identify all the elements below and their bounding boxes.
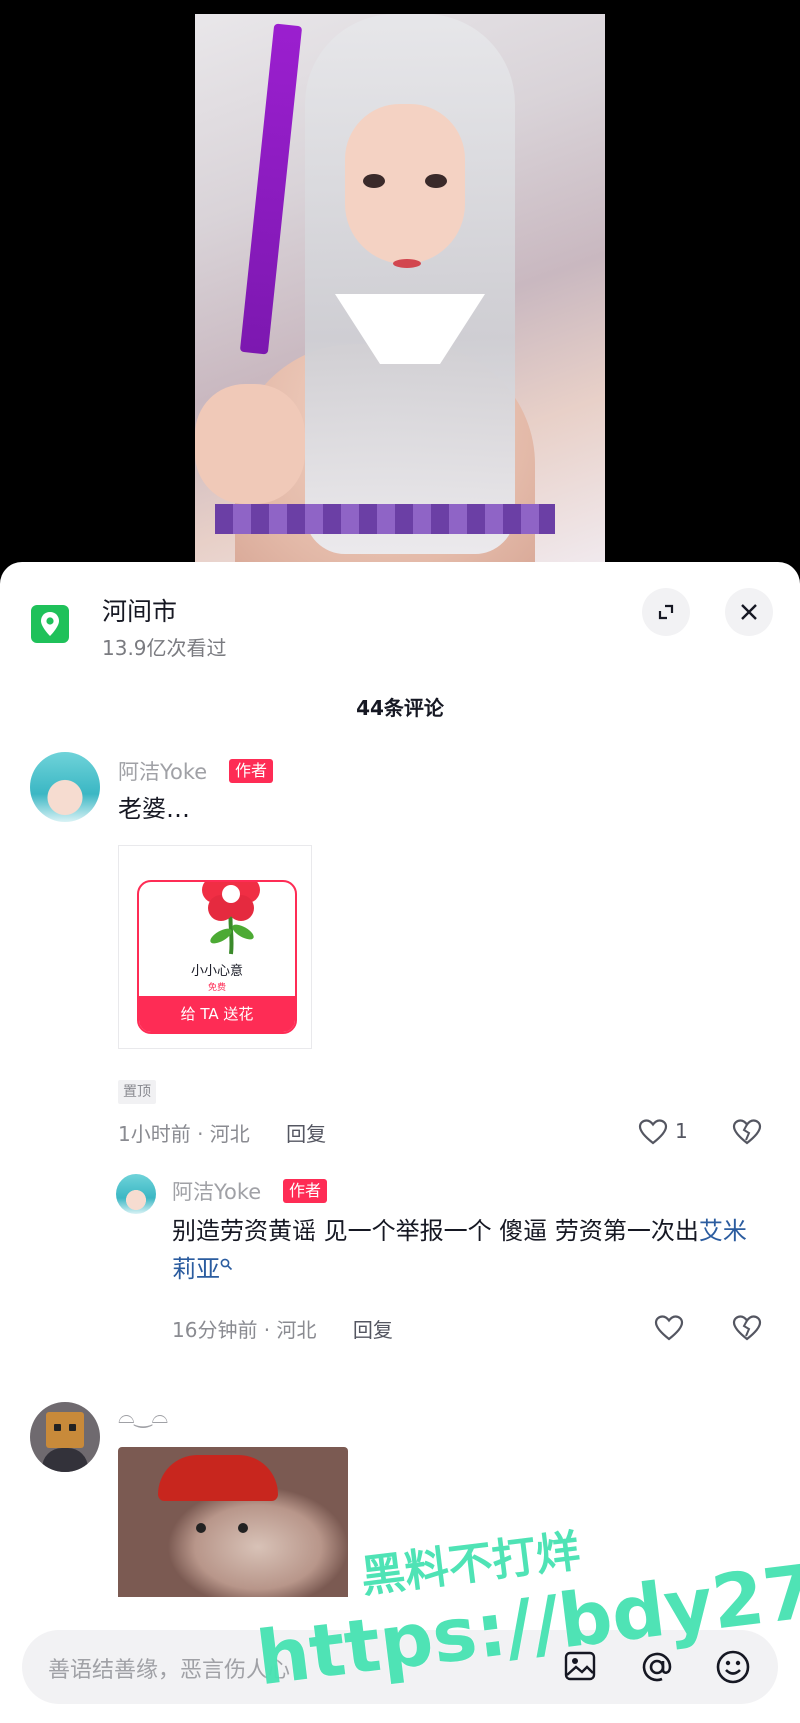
location-pin-icon[interactable] bbox=[31, 605, 69, 643]
comment-sheet: 河间市 13.9亿次看过 44条评论 阿洁Yoke 作者 老婆… 小小心意 免费… bbox=[0, 562, 800, 1723]
location-views: 13.9亿次看过 bbox=[102, 636, 227, 660]
like-count: 1 bbox=[675, 1119, 688, 1143]
reply-text-body: 别造劳资黄谣 见一个举报一个 傻逼 劳资第一次出 bbox=[172, 1217, 699, 1245]
image-button[interactable] bbox=[562, 1648, 598, 1688]
author-badge: 作者 bbox=[229, 759, 274, 783]
comment-time-location: 1小时前 · 河北 bbox=[118, 1122, 250, 1146]
close-button[interactable] bbox=[725, 588, 773, 636]
reply-time-location: 16分钟前 · 河北 bbox=[172, 1318, 317, 1342]
dislike-button[interactable] bbox=[732, 1118, 762, 1150]
heart-icon bbox=[638, 1119, 668, 1145]
mention-button[interactable] bbox=[638, 1648, 676, 1690]
media-viewer[interactable] bbox=[0, 0, 800, 580]
reply-username[interactable]: 阿洁Yoke bbox=[172, 1176, 261, 1206]
smiley-icon bbox=[716, 1650, 750, 1684]
image-icon bbox=[564, 1651, 596, 1681]
dislike-button[interactable] bbox=[732, 1314, 762, 1346]
comment-username[interactable]: ⌓‿⌓ bbox=[118, 1404, 168, 1429]
at-sign-icon bbox=[642, 1652, 672, 1682]
emoji-button[interactable] bbox=[714, 1648, 752, 1690]
post-photo[interactable] bbox=[195, 14, 605, 574]
comment-text: 老婆… bbox=[118, 795, 190, 823]
avatar[interactable] bbox=[30, 752, 100, 822]
comment-input-bar[interactable]: 善语结善缘，恶言伤人心 bbox=[22, 1630, 778, 1704]
sticker-image[interactable] bbox=[118, 1447, 348, 1597]
search-icon[interactable] bbox=[220, 1258, 233, 1271]
heart-icon bbox=[654, 1315, 684, 1341]
reply-button[interactable]: 回复 bbox=[286, 1122, 326, 1146]
comment-username[interactable]: 阿洁Yoke bbox=[118, 756, 207, 786]
reply-button[interactable]: 回复 bbox=[353, 1318, 393, 1342]
avatar[interactable] bbox=[116, 1174, 156, 1214]
author-badge: 作者 bbox=[283, 1179, 328, 1203]
location-name[interactable]: 河间市 bbox=[102, 592, 177, 628]
like-button[interactable] bbox=[638, 1118, 668, 1150]
avatar[interactable] bbox=[30, 1402, 100, 1472]
pinned-badge: 置顶 bbox=[118, 1080, 156, 1104]
comment-meta: 1小时前 · 河北 回复 bbox=[118, 1118, 326, 1147]
expand-icon bbox=[658, 604, 674, 620]
flower-icon bbox=[202, 882, 260, 955]
send-flower-button[interactable]: 给 TA 送花 bbox=[139, 996, 295, 1032]
gift-name: 小小心意 bbox=[190, 964, 243, 979]
broken-heart-icon bbox=[732, 1119, 762, 1145]
gift-price: 免费 bbox=[207, 983, 226, 993]
expand-button[interactable] bbox=[642, 588, 690, 636]
gift-card[interactable]: 小小心意 免费 给 TA 送花 bbox=[118, 845, 312, 1049]
comments-count: 44条评论 bbox=[356, 696, 444, 720]
like-button[interactable] bbox=[654, 1314, 684, 1346]
broken-heart-icon bbox=[732, 1315, 762, 1341]
close-icon bbox=[741, 604, 757, 620]
reply-text: 别造劳资黄谣 见一个举报一个 傻逼 劳资第一次出艾米莉亚 bbox=[172, 1212, 752, 1288]
reply-meta: 16分钟前 · 河北 回复 bbox=[172, 1314, 393, 1343]
comment-input[interactable]: 善语结善缘，恶言伤人心 bbox=[48, 1652, 290, 1684]
